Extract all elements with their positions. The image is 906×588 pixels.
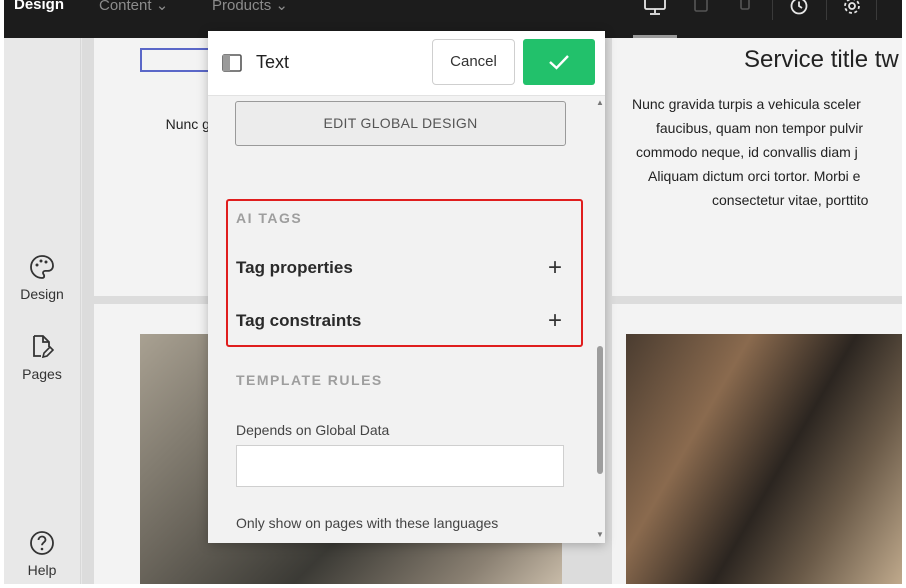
topbar-divider bbox=[876, 0, 877, 20]
desktop-icon[interactable] bbox=[644, 0, 666, 21]
service-card-right[interactable]: Service title tw Nunc gravida turpis a v… bbox=[612, 38, 902, 296]
left-sidebar: Design Pages Help bbox=[4, 38, 81, 584]
edit-global-design-button[interactable]: EDIT GLOBAL DESIGN bbox=[235, 101, 566, 146]
text-line: Aliquam dictum orci tortor. Morbi e bbox=[648, 168, 861, 184]
service-text-right: Nunc gravida turpis a vehicula sceler fa… bbox=[612, 92, 902, 212]
service-image-right[interactable] bbox=[626, 334, 902, 584]
scroll-up-arrow-icon[interactable]: ▲ bbox=[596, 98, 604, 107]
panel-header: Text Cancel bbox=[208, 31, 605, 96]
text-line: faucibus, quam non tempor pulvir bbox=[656, 120, 863, 136]
nav-content-label: Content bbox=[99, 0, 152, 14]
palette-icon bbox=[30, 255, 54, 279]
tablet-icon[interactable] bbox=[694, 0, 708, 19]
panel-scrollbar[interactable]: ▲ ▼ bbox=[595, 96, 605, 543]
gear-icon[interactable] bbox=[842, 0, 862, 21]
scrollbar-thumb[interactable] bbox=[597, 346, 603, 474]
page-edit-icon bbox=[33, 335, 54, 359]
languages-label: Only show on pages with these languages bbox=[236, 515, 499, 531]
template-rules-heading: TEMPLATE RULES bbox=[236, 372, 383, 388]
tag-properties-label: Tag properties bbox=[236, 258, 353, 277]
topbar-divider bbox=[826, 0, 827, 20]
chevron-down-icon: ⌄ bbox=[155, 0, 169, 14]
chevron-down-icon: ⌄ bbox=[275, 0, 288, 14]
check-icon bbox=[549, 55, 569, 70]
plus-icon[interactable]: + bbox=[548, 307, 562, 335]
sidebar-item-label: Help bbox=[27, 562, 57, 578]
nav-products[interactable]: Products ⌄ bbox=[212, 0, 288, 14]
sidebar-item-label: Design bbox=[20, 286, 64, 302]
tag-constraints-label: Tag constraints bbox=[236, 311, 362, 330]
nav-products-label: Products bbox=[212, 0, 272, 14]
tag-properties-row[interactable]: Tag properties + bbox=[236, 254, 562, 284]
service-title: Service title tw bbox=[744, 46, 899, 73]
text-line: Nunc gravida turpis a vehicula sceler bbox=[632, 96, 861, 112]
help-icon bbox=[30, 531, 54, 555]
mobile-icon[interactable] bbox=[740, 0, 750, 17]
nav-design[interactable]: Design bbox=[14, 0, 64, 13]
text-settings-panel: Text Cancel EDIT GLOBAL DESIGN AI TAGS T… bbox=[208, 31, 605, 543]
ai-tags-heading: AI TAGS bbox=[236, 210, 303, 226]
panel-body: EDIT GLOBAL DESIGN AI TAGS Tag propertie… bbox=[208, 96, 595, 543]
depends-on-global-data-label: Depends on Global Data bbox=[236, 422, 390, 438]
app-frame: Design Content ⌄ Products ⌄ Design Pages… bbox=[4, 0, 902, 584]
plus-icon[interactable]: + bbox=[548, 254, 562, 282]
history-icon[interactable] bbox=[789, 0, 809, 21]
scroll-down-arrow-icon[interactable]: ▼ bbox=[596, 530, 604, 539]
text-block-icon bbox=[222, 54, 242, 77]
confirm-button[interactable] bbox=[523, 39, 595, 85]
sidebar-item-design[interactable]: Design bbox=[4, 254, 80, 302]
text-line: commodo neque, id convallis diam j bbox=[636, 144, 858, 160]
topbar-divider bbox=[772, 0, 773, 20]
cancel-button[interactable]: Cancel bbox=[432, 39, 515, 85]
text-line: consectetur vitae, porttito bbox=[712, 192, 869, 208]
panel-title: Text bbox=[256, 52, 290, 72]
tag-constraints-row[interactable]: Tag constraints + bbox=[236, 307, 562, 337]
sidebar-item-pages[interactable]: Pages bbox=[4, 334, 80, 382]
service-card-right-lower[interactable] bbox=[612, 304, 902, 584]
sidebar-item-label: Pages bbox=[22, 366, 62, 382]
nav-content[interactable]: Content ⌄ bbox=[99, 0, 168, 14]
depends-on-global-data-input[interactable] bbox=[236, 445, 564, 487]
title-placeholder[interactable] bbox=[140, 48, 210, 72]
sidebar-item-help[interactable]: Help bbox=[4, 530, 80, 578]
